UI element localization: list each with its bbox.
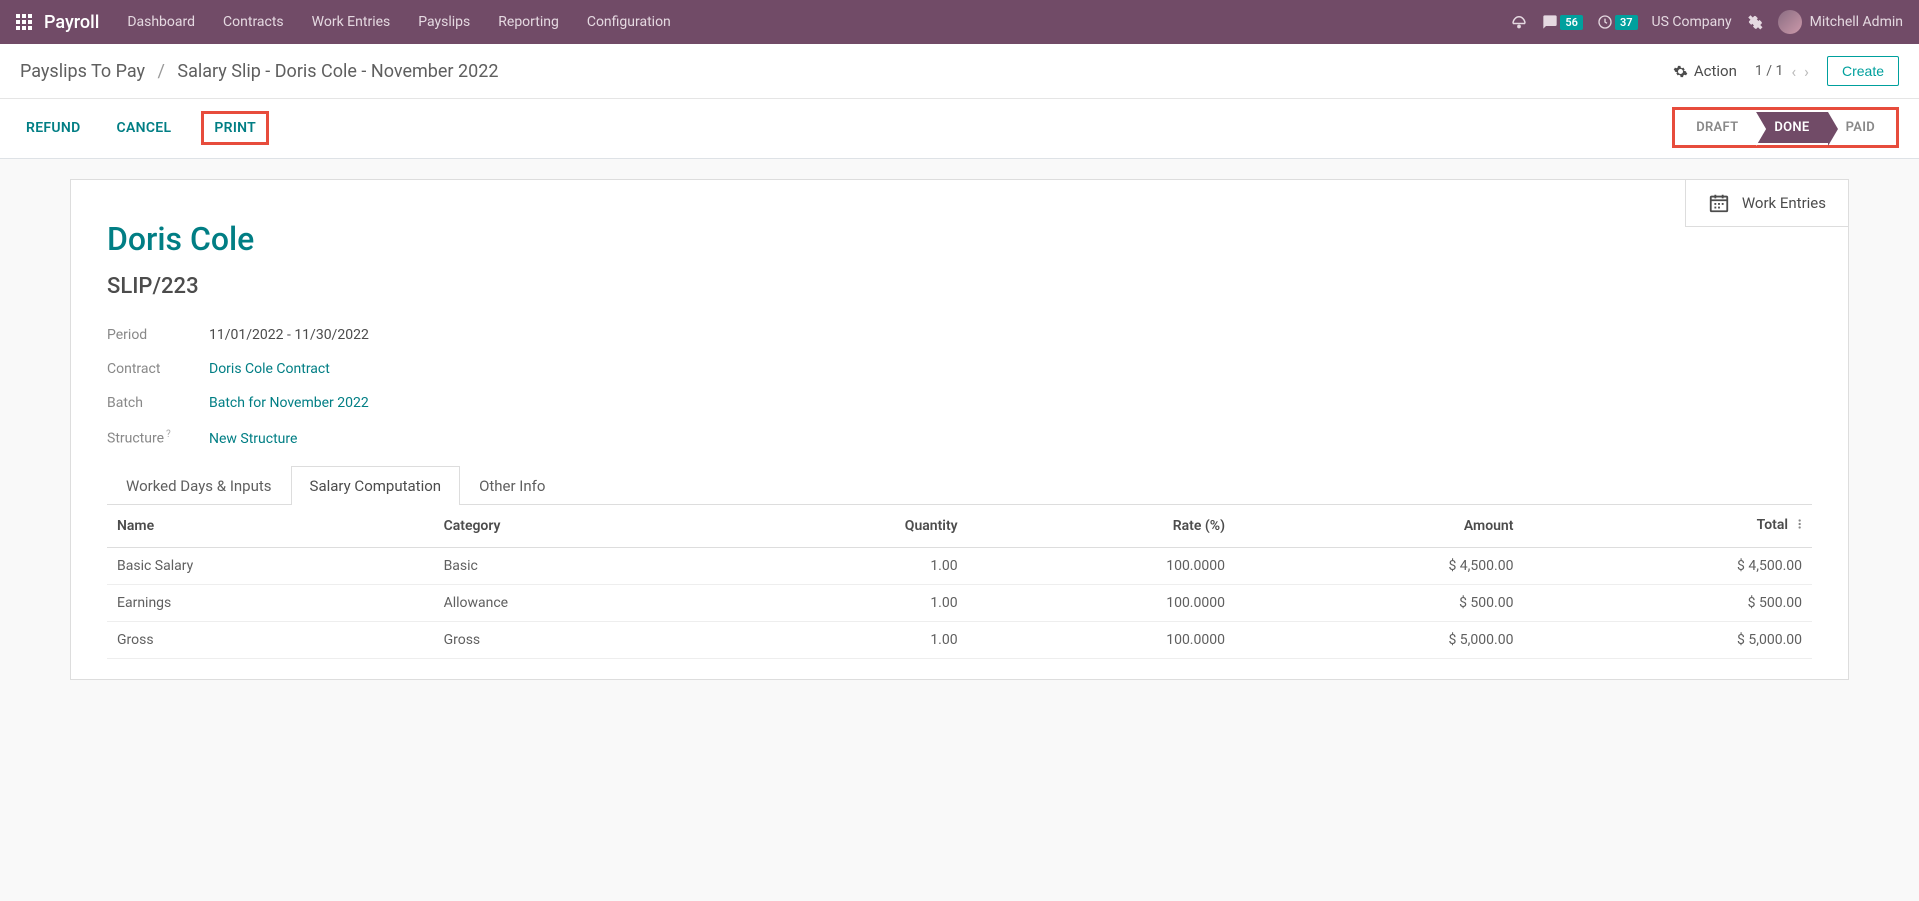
avatar bbox=[1778, 10, 1802, 34]
tray-debug-icon[interactable] bbox=[1746, 13, 1764, 31]
cell-amount: $ 5,000.00 bbox=[1235, 621, 1523, 658]
contract-label: Contract bbox=[107, 361, 209, 377]
cell-name: Earnings bbox=[107, 584, 434, 621]
calendar-icon bbox=[1708, 192, 1730, 214]
refund-button[interactable]: REFUND bbox=[20, 116, 87, 140]
period-label: Period bbox=[107, 327, 209, 343]
work-entries-button[interactable]: Work Entries bbox=[1685, 179, 1849, 227]
cell-total: $ 5,000.00 bbox=[1523, 621, 1812, 658]
pager: 1 / 1 ‹ › bbox=[1755, 62, 1809, 81]
col-category: Category bbox=[434, 505, 721, 548]
form-sheet: Work Entries Doris Cole SLIP/223 Period … bbox=[70, 179, 1849, 680]
cell-amount: $ 500.00 bbox=[1235, 584, 1523, 621]
cell-total: $ 4,500.00 bbox=[1523, 547, 1812, 584]
tab-salary-computation[interactable]: Salary Computation bbox=[291, 466, 461, 505]
status-draft[interactable]: DRAFT bbox=[1678, 112, 1756, 143]
apps-icon[interactable] bbox=[16, 14, 32, 30]
tray-messages[interactable]: 56 bbox=[1542, 14, 1583, 30]
menu-configuration[interactable]: Configuration bbox=[587, 14, 671, 30]
cell-name: Basic Salary bbox=[107, 547, 434, 584]
company-switcher[interactable]: US Company bbox=[1652, 14, 1732, 30]
table-options-icon[interactable] bbox=[1788, 517, 1802, 535]
contract-link[interactable]: Doris Cole Contract bbox=[209, 361, 330, 377]
table-row[interactable]: GrossGross1.00100.0000$ 5,000.00$ 5,000.… bbox=[107, 621, 1812, 658]
salary-table: Name Category Quantity Rate (%) Amount T… bbox=[107, 505, 1812, 659]
menu-work-entries[interactable]: Work Entries bbox=[312, 14, 391, 30]
col-amount: Amount bbox=[1235, 505, 1523, 548]
create-button[interactable]: Create bbox=[1827, 56, 1899, 86]
action-label: Action bbox=[1694, 62, 1737, 80]
messages-badge: 56 bbox=[1560, 15, 1583, 30]
cell-name: Gross bbox=[107, 621, 434, 658]
table-row[interactable]: Basic SalaryBasic1.00100.0000$ 4,500.00$… bbox=[107, 547, 1812, 584]
status-done[interactable]: DONE bbox=[1756, 112, 1827, 143]
activities-badge: 37 bbox=[1615, 15, 1638, 30]
cell-category: Basic bbox=[434, 547, 721, 584]
tray-activities[interactable]: 37 bbox=[1597, 14, 1638, 30]
cell-total: $ 500.00 bbox=[1523, 584, 1812, 621]
cancel-button[interactable]: CANCEL bbox=[111, 116, 178, 140]
cell-category: Gross bbox=[434, 621, 721, 658]
cell-rate: 100.0000 bbox=[968, 621, 1235, 658]
cell-quantity: 1.00 bbox=[721, 584, 968, 621]
main-menu: Dashboard Contracts Work Entries Payslip… bbox=[127, 14, 670, 30]
breadcrumb-separator: / bbox=[158, 61, 165, 82]
pager-text: 1 / 1 bbox=[1755, 63, 1783, 79]
cell-rate: 100.0000 bbox=[968, 584, 1235, 621]
app-brand: Payroll bbox=[44, 12, 99, 33]
pager-next[interactable]: › bbox=[1804, 62, 1809, 81]
pager-prev[interactable]: ‹ bbox=[1791, 62, 1796, 81]
cell-rate: 100.0000 bbox=[968, 547, 1235, 584]
period-value: 11/01/2022 - 11/30/2022 bbox=[209, 327, 369, 343]
col-total: Total bbox=[1523, 505, 1812, 548]
tabs: Worked Days & Inputs Salary Computation … bbox=[107, 465, 1812, 505]
employee-name: Doris Cole bbox=[107, 220, 1812, 258]
cell-category: Allowance bbox=[434, 584, 721, 621]
menu-dashboard[interactable]: Dashboard bbox=[127, 14, 195, 30]
menu-payslips[interactable]: Payslips bbox=[418, 14, 470, 30]
breadcrumb: Payslips To Pay / Salary Slip - Doris Co… bbox=[20, 61, 498, 82]
tray-voip-icon[interactable] bbox=[1510, 13, 1528, 31]
structure-label: Structure? bbox=[107, 429, 209, 447]
cell-quantity: 1.00 bbox=[721, 547, 968, 584]
user-name: Mitchell Admin bbox=[1810, 14, 1903, 30]
status-bar: DRAFT DONE PAID bbox=[1672, 107, 1899, 148]
breadcrumb-current: Salary Slip - Doris Cole - November 2022 bbox=[177, 61, 498, 82]
col-quantity: Quantity bbox=[721, 505, 968, 548]
menu-contracts[interactable]: Contracts bbox=[223, 14, 284, 30]
slip-number: SLIP/223 bbox=[107, 274, 1812, 299]
tab-worked-days[interactable]: Worked Days & Inputs bbox=[107, 466, 291, 505]
user-menu[interactable]: Mitchell Admin bbox=[1778, 10, 1903, 34]
col-rate: Rate (%) bbox=[968, 505, 1235, 548]
cell-amount: $ 4,500.00 bbox=[1235, 547, 1523, 584]
cell-quantity: 1.00 bbox=[721, 621, 968, 658]
batch-label: Batch bbox=[107, 395, 209, 411]
breadcrumb-parent[interactable]: Payslips To Pay bbox=[20, 61, 145, 82]
top-nav: Payroll Dashboard Contracts Work Entries… bbox=[0, 0, 1919, 44]
menu-reporting[interactable]: Reporting bbox=[498, 14, 559, 30]
action-bar: REFUND CANCEL PRINT DRAFT DONE PAID bbox=[0, 99, 1919, 159]
tab-other-info[interactable]: Other Info bbox=[460, 466, 564, 505]
print-button[interactable]: PRINT bbox=[201, 111, 269, 145]
batch-link[interactable]: Batch for November 2022 bbox=[209, 395, 369, 411]
structure-link[interactable]: New Structure bbox=[209, 431, 297, 447]
col-name: Name bbox=[107, 505, 434, 548]
action-dropdown[interactable]: Action bbox=[1673, 62, 1737, 80]
table-row[interactable]: EarningsAllowance1.00100.0000$ 500.00$ 5… bbox=[107, 584, 1812, 621]
breadcrumb-row: Payslips To Pay / Salary Slip - Doris Co… bbox=[0, 44, 1919, 99]
work-entries-label: Work Entries bbox=[1742, 194, 1826, 212]
